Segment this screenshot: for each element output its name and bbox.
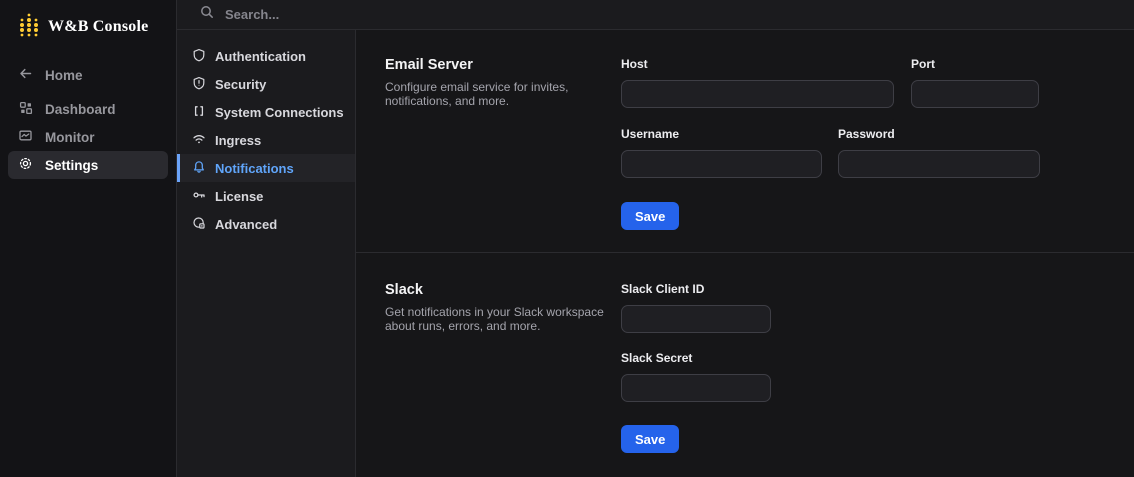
app-title: W&B Console bbox=[48, 18, 149, 35]
primary-nav: Home Dashboard Monitor Settings bbox=[0, 60, 176, 179]
wandb-logo-icon bbox=[18, 11, 40, 43]
gear-icon bbox=[18, 156, 33, 174]
shield-alert-icon bbox=[192, 76, 206, 93]
brand: W&B Console bbox=[0, 0, 176, 40]
sidebar-item-monitor[interactable]: Monitor bbox=[8, 123, 168, 151]
wifi-icon bbox=[192, 132, 206, 149]
settings-nav-item-license[interactable]: License bbox=[177, 182, 355, 210]
slack-secret-label: Slack Secret bbox=[621, 351, 693, 365]
password-field-group: Password bbox=[838, 127, 1040, 178]
search-input[interactable] bbox=[223, 6, 523, 23]
port-label: Port bbox=[911, 57, 935, 71]
slack-save-button[interactable]: Save bbox=[621, 425, 680, 453]
slack-client-id-field-group: Slack Client ID bbox=[621, 282, 1041, 333]
primary-sidebar: W&B Console Home Dashboard Monitor Setti… bbox=[0, 0, 177, 477]
sidebar-item-home[interactable]: Home bbox=[8, 60, 168, 90]
settings-nav-label: Ingress bbox=[215, 132, 262, 148]
password-input[interactable] bbox=[838, 150, 1040, 178]
section-title: Email Server bbox=[385, 57, 473, 73]
section-description: Get notifications in your Slack workspac… bbox=[385, 305, 604, 334]
settings-nav-item-notifications[interactable]: Notifications bbox=[177, 154, 355, 182]
content: Authentication Security System Connectio… bbox=[177, 30, 1134, 477]
port-input[interactable] bbox=[911, 80, 1039, 108]
bell-icon bbox=[192, 160, 206, 177]
slack-form: Slack Client ID Slack Secret Save bbox=[621, 282, 1041, 477]
search-icon bbox=[200, 5, 214, 24]
slack-client-id-label: Slack Client ID bbox=[621, 282, 705, 296]
right-column: Authentication Security bbox=[177, 0, 1134, 477]
host-label: Host bbox=[621, 57, 648, 71]
sidebar-item-label: Dashboard bbox=[45, 101, 116, 117]
settings-nav-item-system-connections[interactable]: System Connections bbox=[177, 98, 355, 126]
advanced-gear-icon bbox=[192, 216, 206, 233]
section-title: Slack bbox=[385, 282, 423, 298]
password-label: Password bbox=[838, 127, 895, 141]
settings-nav-item-authentication[interactable]: Authentication bbox=[177, 42, 355, 70]
sidebar-item-settings[interactable]: Settings bbox=[8, 151, 168, 179]
slack-section: Slack Get notifications in your Slack wo… bbox=[356, 253, 1134, 477]
settings-nav-label: Notifications bbox=[215, 160, 294, 176]
settings-nav-label: Authentication bbox=[215, 48, 306, 64]
email-save-button[interactable]: Save bbox=[621, 202, 680, 230]
sidebar-item-label: Settings bbox=[45, 157, 99, 173]
settings-nav-item-ingress[interactable]: Ingress bbox=[177, 126, 355, 154]
main-panel: Email Server Configure email service for… bbox=[356, 30, 1134, 477]
username-input[interactable] bbox=[621, 150, 822, 178]
settings-nav: Authentication Security System Connectio… bbox=[177, 30, 356, 477]
settings-nav-label: Security bbox=[215, 76, 267, 92]
key-icon bbox=[192, 188, 206, 205]
slack-secret-field-group: Slack Secret bbox=[621, 351, 1041, 402]
email-server-info: Email Server Configure email service for… bbox=[385, 57, 621, 252]
slack-secret-input[interactable] bbox=[621, 374, 771, 402]
username-label: Username bbox=[621, 127, 680, 141]
app-window: W&B Console Home Dashboard Monitor Setti… bbox=[0, 0, 1134, 477]
slack-client-id-input[interactable] bbox=[621, 305, 771, 333]
brackets-icon bbox=[192, 104, 206, 121]
settings-nav-label: Advanced bbox=[215, 216, 278, 232]
topbar bbox=[177, 0, 1134, 30]
host-field-group: Host bbox=[621, 57, 894, 108]
slack-info: Slack Get notifications in your Slack wo… bbox=[385, 282, 621, 477]
sidebar-item-label: Monitor bbox=[45, 129, 95, 145]
host-input[interactable] bbox=[621, 80, 894, 108]
shield-icon bbox=[192, 48, 206, 65]
settings-nav-label: System Connections bbox=[215, 104, 344, 120]
settings-nav-label: License bbox=[215, 188, 264, 204]
settings-nav-item-security[interactable]: Security bbox=[177, 70, 355, 98]
email-server-section: Email Server Configure email service for… bbox=[356, 30, 1134, 253]
monitor-chart-icon bbox=[18, 128, 33, 146]
sidebar-item-dashboard[interactable]: Dashboard bbox=[8, 95, 168, 123]
sidebar-item-label: Home bbox=[45, 67, 83, 83]
section-description: Configure email service for invites, not… bbox=[385, 80, 569, 109]
back-arrow-icon bbox=[18, 66, 33, 84]
username-field-group: Username bbox=[621, 127, 822, 178]
port-field-group: Port bbox=[911, 57, 1039, 108]
dashboard-grid-icon bbox=[18, 100, 33, 118]
settings-nav-item-advanced[interactable]: Advanced bbox=[177, 210, 355, 238]
email-server-form: Host Port Username Password Save bbox=[621, 57, 1041, 252]
